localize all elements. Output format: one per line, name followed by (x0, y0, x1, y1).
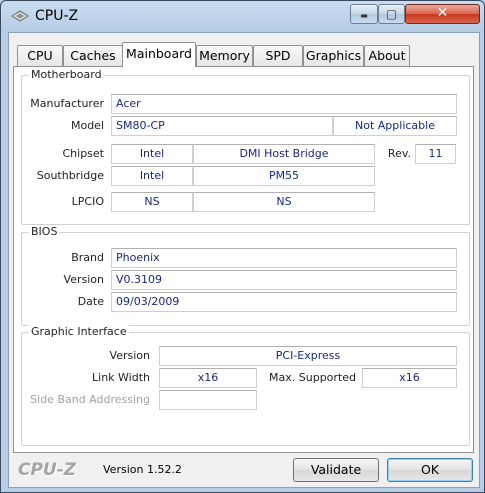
minimize-icon: ▬ (360, 11, 368, 20)
tab-about[interactable]: About (364, 45, 410, 66)
lpcio-label: LPCIO (71, 195, 104, 208)
version-text: Version 1.52.2 (103, 463, 182, 476)
bios-version-label: Version (63, 273, 104, 286)
model-label: Model (70, 119, 104, 132)
mainboard-panel: Motherboard Manufacturer Acer Model SM80… (13, 66, 474, 453)
ok-button[interactable]: OK (387, 458, 473, 482)
tab-mainboard[interactable]: Mainboard (122, 42, 196, 67)
bios-brand-label: Brand (71, 251, 104, 264)
gi-max-supported-label: Max. Supported (269, 371, 356, 384)
southbridge-name-field: PM55 (193, 166, 375, 186)
tab-cpu[interactable]: CPU (17, 45, 63, 66)
chipset-rev-field: 11 (415, 144, 456, 164)
maximize-button[interactable]: ▢ (378, 4, 405, 24)
gi-side-band-label: Side Band Addressing (30, 393, 150, 406)
maximize-icon: ▢ (385, 7, 398, 21)
gi-version-label: Version (109, 349, 150, 362)
bios-version-field: V0.3109 (111, 270, 457, 290)
bios-date-label: Date (77, 295, 104, 308)
lpcio-name-field: NS (193, 192, 375, 212)
footer-bar: CPU-Z Version 1.52.2 Validate OK (9, 453, 479, 487)
title-bar[interactable]: CPU-Z ▬ ▢ ✕ (1, 1, 485, 33)
chipset-vendor-field: Intel (111, 144, 193, 164)
southbridge-label: Southbridge (36, 169, 104, 182)
chipset-rev-label: Rev. (387, 147, 411, 160)
graphic-interface-group: Graphic Interface Version PCI-Express Li… (21, 325, 470, 446)
close-icon: ✕ (436, 5, 449, 21)
gi-version-field: PCI-Express (159, 346, 457, 366)
tab-spd[interactable]: SPD (253, 45, 303, 66)
gi-link-width-field: x16 (159, 368, 257, 388)
motherboard-group-title: Motherboard (29, 68, 104, 81)
gi-link-width-label: Link Width (92, 371, 150, 384)
tab-graphics[interactable]: Graphics (303, 45, 364, 66)
gi-max-supported-field: x16 (362, 368, 457, 388)
motherboard-group: Motherboard Manufacturer Acer Model SM80… (21, 68, 470, 225)
lpcio-vendor-field: NS (111, 192, 193, 212)
graphic-interface-group-title: Graphic Interface (29, 325, 129, 338)
model-field: SM80-CP (111, 116, 333, 136)
cpuz-app-icon (11, 10, 29, 22)
close-button[interactable]: ✕ (405, 4, 480, 24)
bios-date-field: 09/03/2009 (111, 292, 457, 312)
bios-brand-field: Phoenix (111, 248, 457, 268)
chipset-name-field: DMI Host Bridge (193, 144, 375, 164)
cpuz-window: CPU-Z ▬ ▢ ✕ CPU Caches Mainboard Memory … (0, 0, 485, 493)
manufacturer-field: Acer (111, 94, 457, 114)
window-title: CPU-Z (35, 8, 79, 24)
chipset-label: Chipset (62, 147, 104, 160)
bios-group: BIOS Brand Phoenix Version V0.3109 Date … (21, 225, 470, 326)
validate-button[interactable]: Validate (293, 458, 379, 482)
model-revision-field: Not Applicable (333, 116, 457, 136)
manufacturer-label: Manufacturer (30, 97, 104, 110)
tab-memory[interactable]: Memory (196, 45, 253, 66)
bios-group-title: BIOS (29, 225, 60, 238)
client-area: CPU Caches Mainboard Memory SPD Graphics… (8, 32, 480, 488)
southbridge-vendor-field: Intel (111, 166, 193, 186)
minimize-button[interactable]: ▬ (350, 4, 378, 24)
cpuz-logo-text: CPU-Z (18, 460, 77, 480)
gi-side-band-field (159, 390, 257, 410)
tab-caches[interactable]: Caches (63, 45, 123, 66)
